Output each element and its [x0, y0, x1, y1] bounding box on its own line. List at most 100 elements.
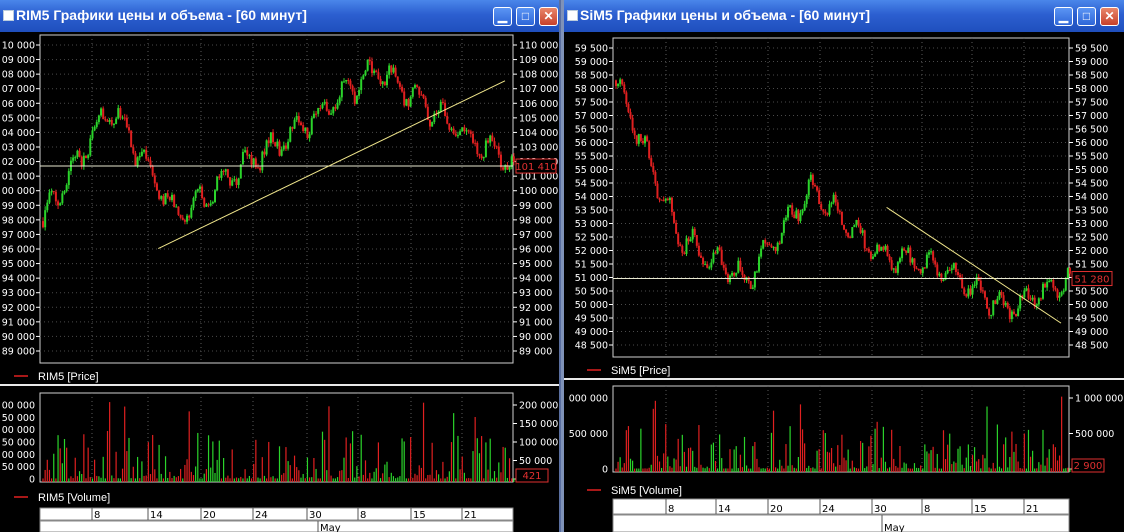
price-candle-body: [233, 179, 236, 181]
price-candle-body: [849, 237, 852, 239]
price-candle-body: [787, 206, 790, 218]
price-candle-body: [619, 79, 622, 84]
price-candle-body: [132, 147, 135, 154]
price-candle-body: [452, 128, 455, 134]
price-tick-label-right: 55 000: [1075, 165, 1108, 176]
price-candle-body: [774, 246, 777, 252]
price-candle-body: [205, 204, 208, 207]
price-candle-body: [714, 252, 717, 254]
volume-panel-frame: [39, 392, 514, 483]
price-candle-body: [487, 140, 490, 143]
price-candle-body: [1041, 283, 1044, 299]
price-tick-label-left: 00 000: [2, 186, 35, 197]
price-candle-body: [472, 133, 474, 143]
sim5-chart-window: SiM5 Графики цены и объема - [60 минут] …: [564, 0, 1124, 532]
price-tick-label-left: 07 000: [2, 84, 35, 95]
price-candle-body: [950, 268, 953, 271]
price-candle-body: [214, 190, 216, 203]
price-candle-body: [840, 211, 843, 225]
price-tick-label-left: 49 500: [575, 314, 608, 325]
date-label: 21: [464, 510, 477, 521]
price-candle-body: [317, 108, 320, 114]
price-candle-body: [80, 156, 83, 167]
price-candle-body: [325, 101, 328, 111]
price-candle-body: [753, 271, 756, 288]
price-candle-body: [231, 180, 234, 186]
price-candle-body: [942, 279, 945, 281]
price-tick-label-right: 53 500: [1075, 206, 1108, 217]
price-tick-label-right: 57 000: [1075, 111, 1108, 122]
volume-tick-label-left: 50 000: [2, 438, 35, 449]
date-axis-row: [612, 498, 1070, 515]
price-candle-body: [117, 108, 120, 119]
date-label: 14: [150, 510, 163, 521]
price-candle-body: [319, 108, 322, 110]
price-tick-label-left: 58 500: [575, 71, 608, 82]
date-label: 14: [718, 504, 731, 515]
price-candle-body: [136, 157, 139, 166]
price-candle-body: [1025, 288, 1028, 291]
price-candle-body: [988, 308, 991, 316]
price-trendline: [158, 80, 506, 250]
price-candle-body: [300, 122, 302, 126]
price-candle-body: [1050, 280, 1053, 282]
price-tick-label-right: 54 500: [1075, 179, 1108, 190]
price-candle-body: [963, 288, 966, 295]
price-candle-body: [617, 83, 620, 86]
price-tick-label-left: 53 000: [575, 219, 608, 230]
price-candle-body: [143, 149, 146, 152]
price-candle-body: [1027, 288, 1030, 299]
price-last-value-label: 101 410: [515, 162, 556, 173]
date-label: 8: [360, 510, 366, 521]
price-candle-body: [95, 122, 98, 127]
price-tick-label-left: 49 000: [575, 327, 608, 338]
price-tick-label-right: 107 000: [519, 84, 558, 95]
price-candle-body: [859, 225, 862, 233]
price-tick-label-left: 53 500: [575, 206, 608, 217]
price-tick-label-right: 49 500: [1075, 314, 1108, 325]
price-candle-body: [896, 262, 899, 273]
price-candle-body: [627, 103, 630, 113]
price-candle-body: [302, 125, 305, 132]
price-candle-body: [778, 242, 781, 244]
price-tick-label-left: 03 000: [2, 143, 35, 154]
price-candle-body: [668, 197, 671, 201]
price-tick-label-right: 58 000: [1075, 84, 1108, 95]
price-candle-body: [370, 61, 373, 74]
price-candle-body: [282, 145, 285, 150]
volume-tick-label-right: 1 000 000: [1075, 394, 1123, 405]
price-candle-body: [936, 264, 939, 276]
price-candle-body: [615, 80, 617, 86]
price-candle-body: [46, 202, 49, 211]
price-candle-body: [898, 258, 901, 263]
price-candle-body: [388, 65, 391, 75]
price-candle-body: [793, 214, 796, 219]
price-candle-body: [699, 255, 702, 258]
price-candle-body: [735, 272, 738, 276]
price-tick-label-left: 89 000: [2, 347, 35, 358]
price-candle-body: [1039, 298, 1042, 300]
price-tick-label-right: 53 000: [1075, 219, 1108, 230]
price-candle-body: [489, 135, 492, 143]
price-candle-body: [639, 134, 642, 141]
price-candle-body: [413, 85, 416, 88]
price-candle-body: [469, 131, 472, 134]
price-candle-body: [656, 183, 659, 199]
price-tick-label-left: 10 000: [2, 41, 35, 52]
rim5-chart-canvas: 10 000 110 000 09 000 109 000 08 000 108 000 0…: [0, 34, 559, 532]
price-candle-body: [211, 202, 214, 204]
price-candle-body: [149, 160, 152, 166]
price-candle-body: [1015, 313, 1018, 316]
price-tick-label-left: 54 500: [575, 179, 608, 190]
price-candle-body: [347, 79, 350, 81]
volume-legend-label: SiM5 [Volume]: [611, 485, 682, 497]
price-candle-body: [310, 118, 313, 135]
price-candle-body: [97, 115, 100, 123]
price-candle-body: [683, 252, 686, 254]
price-candle-body: [278, 141, 281, 156]
price-candle-body: [429, 119, 431, 127]
price-candle-body: [168, 196, 171, 201]
price-candle-body: [803, 204, 806, 211]
price-candle-body: [100, 108, 103, 116]
price-candle-body: [112, 123, 115, 125]
